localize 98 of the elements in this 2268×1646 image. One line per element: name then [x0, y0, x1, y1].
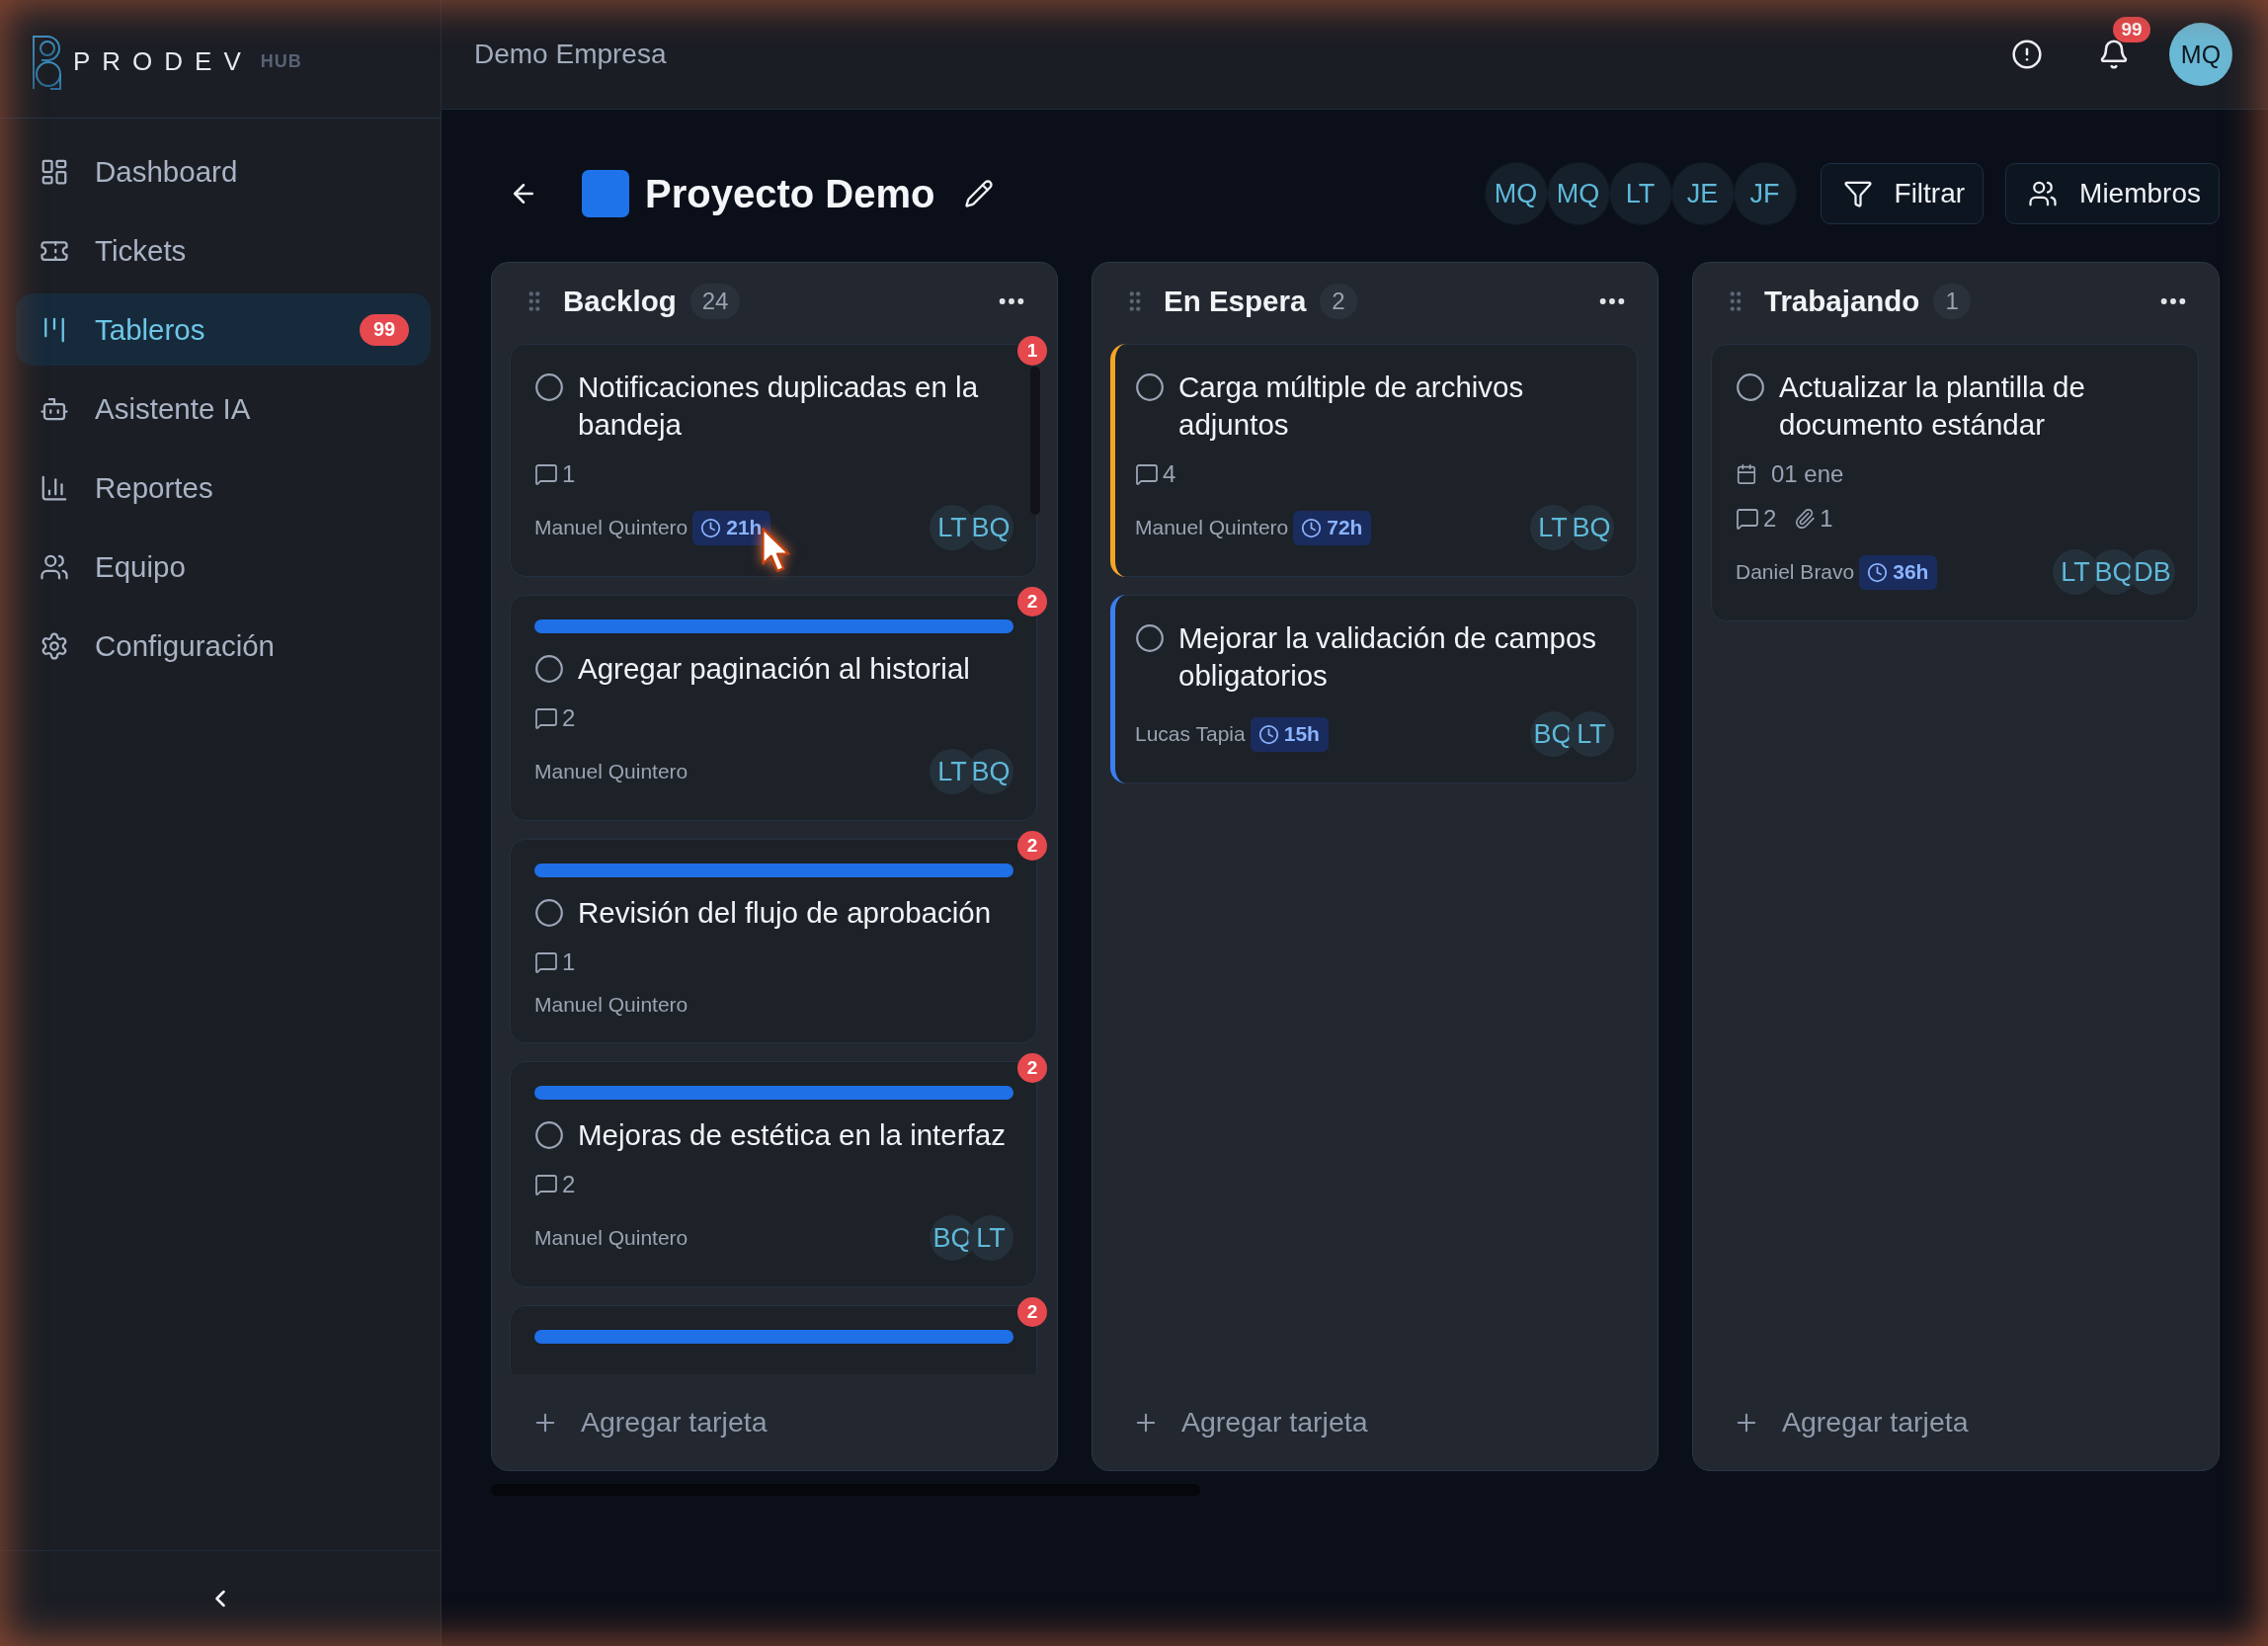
assignee-name: Manuel Quintero — [534, 760, 688, 783]
comment-count: 2 — [562, 1171, 576, 1198]
complete-checkbox[interactable] — [534, 372, 564, 402]
card-count: 2 — [1320, 284, 1357, 319]
comment-icon — [534, 462, 558, 486]
user-avatar[interactable]: MQ — [2169, 23, 2232, 86]
nav-item[interactable]: Reportes — [16, 452, 431, 524]
column-title: En Espera — [1164, 285, 1307, 318]
member-avatar: JE — [1670, 162, 1735, 225]
logo-suffix: HUB — [260, 51, 302, 72]
scrollbar-thumb[interactable] — [1030, 367, 1040, 515]
clock-icon — [1867, 561, 1889, 583]
card-title: Revisión del flujo de aprobación — [578, 895, 992, 931]
alert-icon[interactable] — [2011, 39, 2043, 70]
card-title: Agregar paginación al historial — [578, 651, 970, 687]
card-count: 1 — [1933, 284, 1971, 319]
settings-icon — [40, 630, 69, 661]
comment-count: 1 — [562, 948, 576, 976]
filter-button[interactable]: Filtrar — [1820, 163, 1984, 224]
due-date: 01 ene — [1771, 460, 1844, 488]
assignee-name: Manuel Quintero — [534, 1226, 688, 1250]
logo-text: PRODEV — [73, 46, 253, 77]
comment-icon — [1736, 507, 1759, 531]
complete-checkbox[interactable] — [534, 898, 564, 928]
complete-checkbox[interactable] — [1135, 623, 1165, 653]
assignee-name: Daniel Bravo — [1736, 560, 1855, 584]
task-card[interactable]: Mejorar la validación de campos obligatorios Lucas Tapia 15h BQ LT — [1110, 595, 1638, 783]
comment-count: 4 — [1163, 460, 1176, 488]
assignee-avatar: DB — [2130, 549, 2175, 595]
clock-icon — [1301, 517, 1323, 538]
member-avatar: LT — [1608, 162, 1672, 225]
add-card-button[interactable]: Agregar tarjeta — [1093, 1374, 1658, 1470]
add-card-button[interactable]: Agregar tarjeta — [492, 1374, 1057, 1470]
members-button[interactable]: Miembros — [2005, 163, 2220, 224]
task-card[interactable]: Carga múltiple de archivos adjuntos 4 Manuel Quintero 72h LT BQ — [1110, 344, 1638, 577]
comment-icon — [534, 706, 558, 730]
complete-checkbox[interactable] — [534, 1120, 564, 1150]
time-estimate: 21h — [726, 516, 763, 539]
project-title: Proyecto Demo — [645, 171, 935, 216]
comment-count: 2 — [1763, 505, 1777, 533]
nav-item[interactable]: Asistente IA — [16, 372, 431, 445]
assignee-name: Lucas Tapia — [1135, 722, 1246, 746]
time-estimate: 36h — [1893, 560, 1929, 584]
assignee-name: Manuel Quintero — [534, 516, 688, 539]
member-avatar: MQ — [1546, 162, 1610, 225]
company-name: Demo Empresa — [474, 39, 667, 70]
complete-checkbox[interactable] — [1135, 372, 1165, 402]
assignee-avatar: LT — [1569, 711, 1614, 757]
logo-icon — [32, 33, 63, 91]
count-badge: 2 — [1017, 1053, 1047, 1083]
assignee-avatar: LT — [968, 1215, 1013, 1261]
assignee-name: Manuel Quintero — [1135, 516, 1289, 539]
nav-item[interactable]: Equipo — [16, 531, 431, 603]
comment-count: 1 — [562, 460, 576, 488]
comment-icon — [534, 1173, 558, 1196]
filter-icon — [1842, 179, 1873, 208]
edit-pencil-icon[interactable] — [964, 179, 995, 208]
count-badge: 2 — [1017, 1297, 1047, 1327]
card-title: Notificaciones duplicadas en la bandeja — [578, 370, 980, 443]
nav-item[interactable]: Dashboard — [16, 135, 431, 207]
nav-item[interactable]: Tickets — [16, 214, 431, 287]
paperclip-icon — [1794, 508, 1817, 530]
card-count: 24 — [689, 284, 741, 319]
notification-count: 99 — [2113, 17, 2150, 42]
card-title: Mejorar la validación de campos obligatorios — [1178, 620, 1598, 694]
people-icon — [2028, 179, 2059, 208]
count-badge: 2 — [1017, 587, 1047, 617]
calendar-icon — [1736, 463, 1757, 485]
count-badge: 1 — [1017, 336, 1047, 366]
member-avatar: JF — [1733, 162, 1797, 225]
mouse-pointer-icon — [761, 527, 792, 574]
count-badge: 2 — [1017, 831, 1047, 861]
nav-item[interactable]: Tableros 99 — [16, 293, 431, 366]
clock-icon — [700, 517, 722, 538]
card-title: Actualizar la plantilla de documento estándar — [1779, 370, 2086, 443]
comment-icon — [534, 950, 558, 974]
column-title: Backlog — [563, 285, 677, 318]
nav-badge: 99 — [360, 313, 409, 346]
complete-checkbox[interactable] — [534, 654, 564, 684]
clock-icon — [1257, 723, 1279, 745]
assignee-avatar: BQ — [968, 505, 1013, 550]
attachment-count: 1 — [1820, 505, 1833, 533]
card-title: Carga múltiple de archivos adjuntos — [1178, 370, 1525, 443]
assignee-avatar: BQ — [968, 749, 1013, 794]
notification-bell-icon[interactable] — [2098, 39, 2130, 70]
add-card-button[interactable]: Agregar tarjeta — [1693, 1374, 2219, 1470]
comment-icon — [1135, 462, 1159, 486]
assignee-name: Manuel Quintero — [534, 993, 688, 1017]
member-avatar: MQ — [1484, 162, 1548, 225]
color-swatch-icon — [582, 170, 629, 217]
time-estimate: 15h — [1283, 722, 1320, 746]
card-title: Mejoras de estética en la interfaz — [578, 1117, 1006, 1153]
task-card[interactable]: Actualizar la plantilla de documento estándar 01 ene 2 1 Daniel Bravo 36h LT BQDB — [1711, 344, 2199, 621]
comment-count: 2 — [562, 704, 576, 732]
column-title: Trabajando — [1764, 285, 1920, 318]
complete-checkbox[interactable] — [1736, 372, 1765, 402]
time-estimate: 72h — [1327, 516, 1363, 539]
nav-item[interactable]: Configuración — [16, 610, 431, 682]
